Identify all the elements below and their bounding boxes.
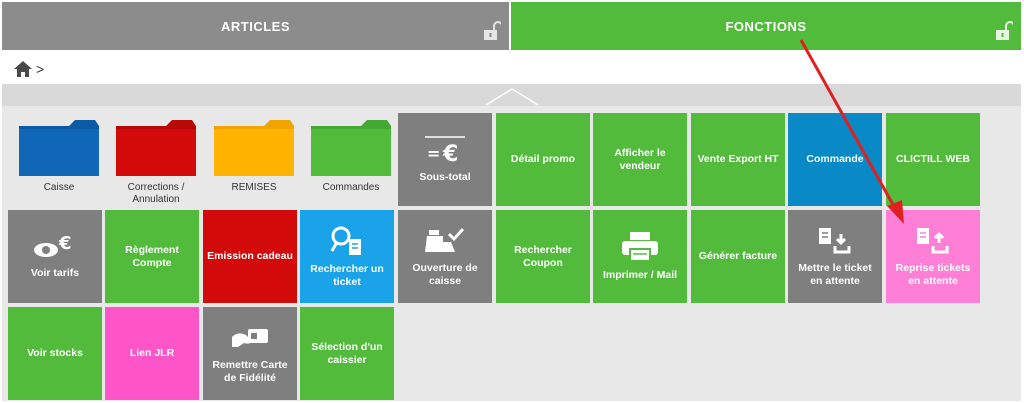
orange-folder-icon: [214, 120, 294, 176]
tile-afficher-vendeur-label: Afficher le vendeur: [614, 146, 666, 172]
tile-caisse-label: Caisse: [43, 182, 75, 193]
tile-sous-total[interactable]: = € Sous-total: [398, 113, 492, 206]
tile-rechercher-ticket[interactable]: Rechercher un ticket: [300, 210, 394, 303]
tile-rechercher-coupon[interactable]: Rechercher Coupon: [496, 210, 590, 303]
tile-afficher-vendeur[interactable]: Afficher le vendeur: [593, 113, 687, 206]
tile-emission-cadeau-label: Emission cadeau: [207, 250, 293, 263]
tile-mettre-ticket-attente-label: Mettre le ticket en attente: [798, 261, 872, 287]
tile-detail-promo[interactable]: Détail promo: [496, 113, 590, 206]
tile-rechercher-ticket-label: Rechercher un ticket: [310, 262, 384, 288]
eye-euro-icon: €: [34, 233, 72, 258]
tab-fonctions-label: FONCTIONS: [725, 18, 807, 34]
tab-fonctions[interactable]: FONCTIONS: [511, 2, 1021, 50]
tile-commandes-label: Commandes: [322, 182, 380, 193]
green-folder-icon: [311, 120, 391, 176]
search-receipt-icon: [330, 226, 361, 255]
tile-imprimer-mail[interactable]: Imprimer / Mail: [593, 210, 687, 303]
tile-remettre-carte[interactable]: Remettre Carte de Fidélité: [203, 307, 297, 400]
functions-panel: Caisse Corrections / Annulation REMISES …: [2, 84, 1021, 401]
tile-generer-facture[interactable]: Générer facture: [691, 210, 785, 303]
tile-imprimer-mail-label: Imprimer / Mail: [602, 269, 678, 282]
tile-detail-promo-label: Détail promo: [510, 153, 576, 166]
tile-mettre-ticket-attente[interactable]: Mettre le ticket en attente: [788, 210, 882, 303]
tile-lien-jlr[interactable]: Lien JLR: [105, 307, 199, 400]
tile-corrections-label: Corrections / Annulation: [127, 182, 185, 205]
receipt-download-icon: [819, 227, 851, 254]
top-tab-bar: ARTICLES FONCTIONS: [0, 0, 1024, 54]
breadcrumb-separator: >: [36, 61, 45, 77]
breadcrumb: >: [14, 56, 44, 82]
tile-remises-label: REMISES: [231, 182, 277, 193]
tile-voir-stocks-label: Voir stocks: [27, 347, 83, 360]
tile-selection-caissier[interactable]: Sélection d'un caissier: [300, 307, 394, 400]
tile-remettre-carte-label: Remettre Carte de Fidélité: [212, 358, 288, 384]
tile-selection-caissier-label: Sélection d'un caissier: [311, 340, 383, 366]
tile-clictill-web-label: CLICTILL WEB: [896, 153, 970, 166]
tile-ouverture-caisse[interactable]: Ouverture de caisse: [398, 210, 492, 303]
tab-articles-label: ARTICLES: [221, 18, 290, 34]
tile-commande-label: Commande: [806, 153, 864, 166]
folder-corrections[interactable]: Corrections / Annulation: [109, 113, 203, 206]
equals-euro-icon: = €: [425, 136, 465, 165]
tile-vente-export-label: Vente Export HT: [697, 153, 779, 166]
printer-icon: [622, 232, 658, 263]
svg-text:€: €: [442, 142, 458, 165]
tile-sous-total-label: Sous-total: [419, 171, 471, 184]
tile-ouverture-caisse-label: Ouverture de caisse: [412, 261, 478, 287]
tile-vente-export[interactable]: Vente Export HT: [691, 113, 785, 206]
folder-remises[interactable]: REMISES: [207, 113, 301, 206]
folder-caisse[interactable]: Caisse: [12, 113, 106, 206]
panel-header: [2, 84, 1021, 106]
tile-reglement-compte[interactable]: Règlement Compte: [105, 210, 199, 303]
chevron-up-icon[interactable]: [486, 86, 538, 106]
tile-commande[interactable]: Commande: [788, 113, 882, 206]
cash-register-check-icon: [425, 227, 465, 252]
unlocked-padlock-icon[interactable]: [483, 21, 501, 41]
svg-text:€: €: [58, 233, 72, 254]
receipt-upload-icon: [917, 227, 949, 254]
unlocked-padlock-icon[interactable]: [995, 21, 1013, 41]
tile-lien-jlr-label: Lien JLR: [129, 347, 175, 360]
svg-text:=: =: [427, 144, 440, 163]
home-icon[interactable]: [14, 61, 32, 77]
tile-generer-facture-label: Générer facture: [698, 250, 778, 263]
blue-folder-icon: [19, 120, 99, 176]
folder-commandes[interactable]: Commandes: [304, 113, 398, 206]
tile-reprise-tickets-label: Reprise tickets en attente: [895, 261, 971, 287]
tile-reprise-tickets[interactable]: Reprise tickets en attente: [886, 210, 980, 303]
tile-emission-cadeau[interactable]: Emission cadeau: [203, 210, 297, 303]
red-folder-icon: [116, 120, 196, 176]
tile-voir-stocks[interactable]: Voir stocks: [8, 307, 102, 400]
hand-card-icon: [232, 328, 268, 347]
tab-articles[interactable]: ARTICLES: [2, 2, 509, 50]
tile-rechercher-coupon-label: Rechercher Coupon: [514, 243, 572, 269]
tile-clictill-web[interactable]: CLICTILL WEB: [886, 113, 980, 206]
tile-voir-tarifs[interactable]: € Voir tarifs: [8, 210, 102, 303]
tile-voir-tarifs-label: Voir tarifs: [30, 267, 80, 280]
tile-reglement-compte-label: Règlement Compte: [125, 243, 179, 269]
